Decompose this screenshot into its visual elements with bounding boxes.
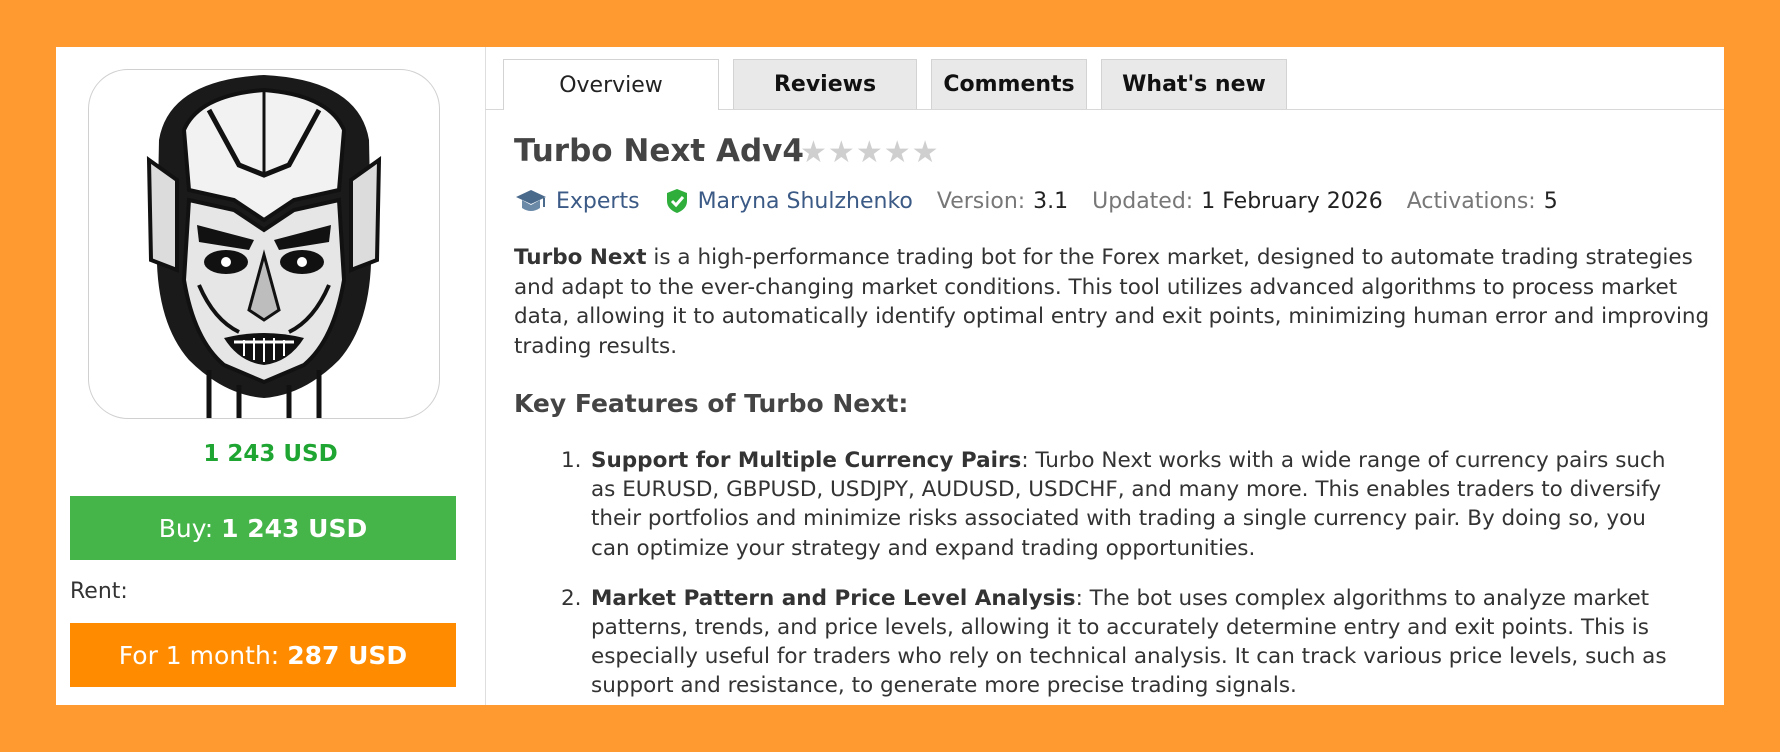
star-icon[interactable]: ★ — [856, 135, 884, 170]
description-lead: Turbo Next — [514, 245, 647, 270]
description-text: is a high-performance trading bot for th… — [514, 245, 1710, 359]
graduation-cap-icon — [514, 187, 548, 215]
star-icon[interactable]: ★ — [912, 135, 940, 170]
buy-label: Buy: — [158, 513, 214, 543]
rent-label: Rent: — [70, 579, 128, 604]
verified-check-icon — [664, 188, 690, 214]
updated-value: 1 February 2026 — [1201, 188, 1383, 214]
activations-value: 5 — [1543, 188, 1558, 214]
updated-label: Updated: — [1092, 188, 1194, 214]
version-label: Version: — [936, 188, 1026, 214]
buy-price: 1 243 USD — [221, 513, 368, 543]
tab-reviews[interactable]: Reviews — [733, 59, 917, 109]
features-list: 1. Support for Multiple Currency Pairs: T… — [561, 446, 1691, 705]
rating-stars[interactable]: ★★★★★ — [800, 135, 940, 170]
list-item-number: 1. — [561, 448, 582, 473]
tab-bar: Overview Reviews Comments What's new — [485, 47, 1724, 110]
tab-comments[interactable]: Comments — [931, 59, 1087, 109]
buy-button[interactable]: Buy: 1 243 USD — [70, 496, 456, 560]
author-link[interactable]: Maryna Shulzhenko — [698, 189, 913, 214]
product-sidebar: 1 243 USD Buy: 1 243 USD Rent: For 1 mon… — [56, 47, 486, 705]
star-icon[interactable]: ★ — [828, 135, 856, 170]
feature-title: Market Pattern and Price Level Analysis — [591, 585, 1076, 611]
feature-title: Support for Multiple Currency Pairs — [591, 448, 1022, 473]
product-card: 1 243 USD Buy: 1 243 USD Rent: For 1 mon… — [56, 47, 1724, 705]
product-title: Turbo Next Adv4 — [514, 133, 804, 169]
rent-price: 287 USD — [287, 640, 408, 670]
category-link[interactable]: Experts — [556, 189, 640, 214]
tab-whats-new[interactable]: What's new — [1101, 59, 1287, 109]
product-details: Overview Reviews Comments What's new Tur… — [485, 47, 1724, 705]
product-meta: Experts Maryna Shulzhenko Version: 3.1 U… — [514, 187, 1558, 215]
star-icon[interactable]: ★ — [800, 135, 828, 170]
product-description: Turbo Next is a high-performance trading… — [514, 243, 1714, 361]
product-price: 1 243 USD — [203, 441, 338, 467]
version-value: 3.1 — [1033, 188, 1069, 214]
list-item: 2. Market Pattern and Price Level Analysi… — [561, 584, 1691, 701]
list-item-number: 2. — [561, 585, 582, 611]
tab-overview[interactable]: Overview — [503, 59, 719, 110]
rent-button[interactable]: For 1 month: 287 USD — [70, 623, 456, 687]
rent-period: For 1 month: — [118, 640, 280, 670]
robot-skull-icon — [146, 75, 382, 418]
list-item: 1. Support for Multiple Currency Pairs: T… — [561, 446, 1691, 563]
activations-label: Activations: — [1406, 188, 1536, 214]
product-image[interactable] — [88, 69, 440, 419]
features-heading: Key Features of Turbo Next: — [514, 389, 909, 418]
star-icon[interactable]: ★ — [884, 135, 912, 170]
